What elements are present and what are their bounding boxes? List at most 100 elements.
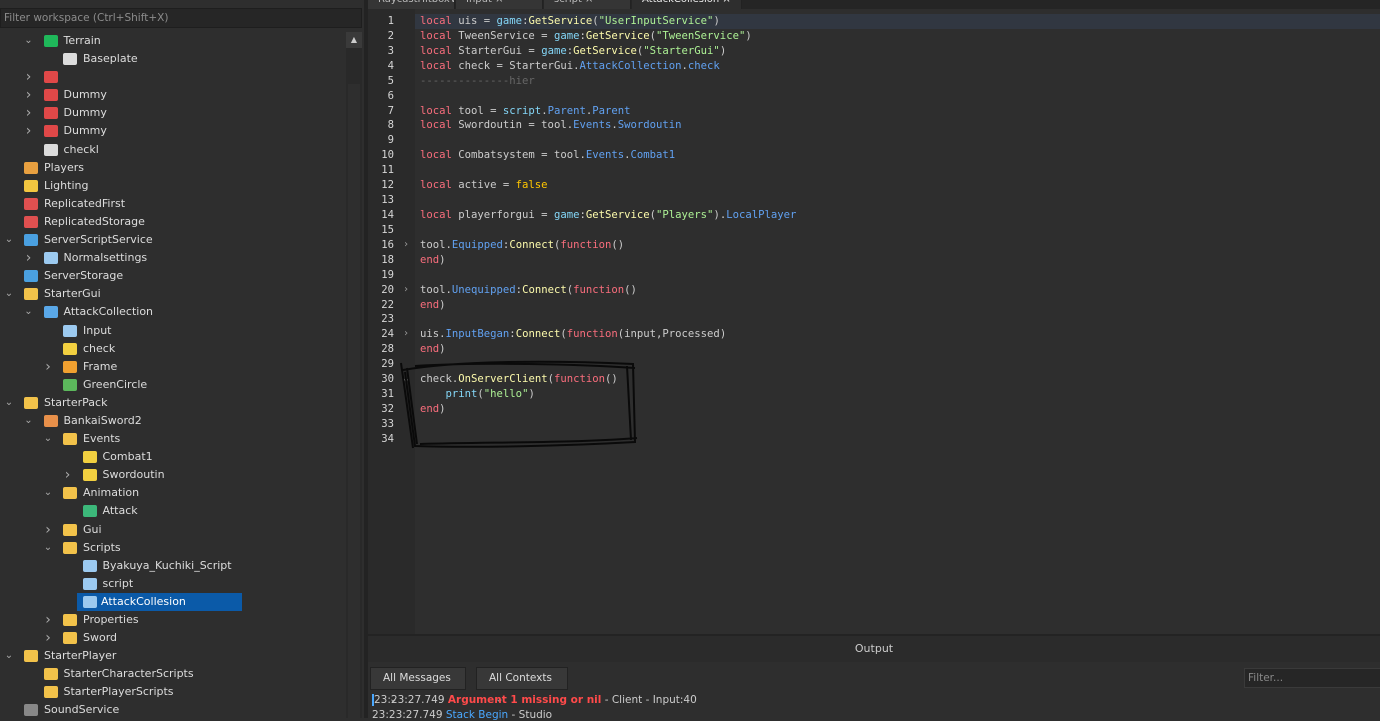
messages-filter-dropdown[interactable]: All Messages ⌄: [370, 667, 466, 690]
code-line[interactable]: 29: [415, 357, 1380, 372]
tree-item[interactable]: ›Properties: [0, 611, 346, 629]
code-line[interactable]: 16›tool.Equipped:Connect(function(): [415, 238, 1380, 253]
chevron-right-icon[interactable]: ›: [43, 629, 53, 647]
tree-item[interactable]: Lighting: [0, 177, 346, 195]
log-entry[interactable]: 23:23:27.749 Stack Begin - Studio: [372, 709, 552, 721]
code-line[interactable]: 28end): [415, 342, 1380, 357]
tree-item[interactable]: StarterCharacterScripts: [0, 665, 346, 683]
tree-item[interactable]: ⌄AttackCollection: [0, 303, 346, 321]
log-entry[interactable]: 23:23:27.749 Argument 1 missing or nil -…: [372, 694, 697, 706]
code-line[interactable]: 8local Swordoutin = tool.Events.Swordout…: [415, 118, 1380, 133]
tree-item[interactable]: Players: [0, 159, 346, 177]
code-line[interactable]: 13: [415, 193, 1380, 208]
code-line[interactable]: 1local uis = game:GetService("UserInputS…: [415, 14, 1380, 29]
tree-item[interactable]: ›Dummy: [0, 122, 346, 140]
chevron-right-icon[interactable]: ›: [43, 358, 53, 376]
chevron-down-icon[interactable]: ⌄: [24, 303, 34, 321]
explorer-scrollbar[interactable]: ▲: [346, 32, 362, 718]
tree-item[interactable]: ›Dummy: [0, 104, 346, 122]
chevron-right-icon[interactable]: ›: [24, 68, 34, 86]
chevron-down-icon[interactable]: ⌄: [43, 484, 53, 502]
fold-toggle-icon[interactable]: ›: [403, 327, 409, 342]
tree-item[interactable]: ⌄BankaiSword2: [0, 412, 346, 430]
tree-item[interactable]: Byakuya_Kuchiki_Script: [0, 557, 346, 575]
tree-item[interactable]: Combat1: [0, 448, 346, 466]
fold-toggle-icon[interactable]: ›: [403, 283, 409, 298]
code-line[interactable]: 2local TweenService = game:GetService("T…: [415, 29, 1380, 44]
contexts-filter-dropdown[interactable]: All Contexts ⌄: [476, 667, 568, 690]
chevron-down-icon[interactable]: ⌄: [43, 430, 53, 448]
chevron-down-icon[interactable]: ⌄: [4, 285, 14, 303]
output-filter-input[interactable]: Filter...: [1244, 668, 1380, 688]
editor-tab[interactable]: script ×: [544, 0, 631, 9]
chevron-right-icon[interactable]: ›: [43, 611, 53, 629]
tree-item[interactable]: ⌄StarterGui: [0, 285, 346, 303]
tree-item[interactable]: ⌄Terrain: [0, 32, 346, 50]
code-line[interactable]: 10local Combatsystem = tool.Events.Comba…: [415, 148, 1380, 163]
fold-toggle-icon[interactable]: ›: [403, 238, 409, 253]
code-line[interactable]: 12local active = false: [415, 178, 1380, 193]
chevron-right-icon[interactable]: ›: [24, 122, 34, 140]
chevron-down-icon[interactable]: ⌄: [4, 394, 14, 412]
code-line[interactable]: 9: [415, 133, 1380, 148]
fold-toggle-icon[interactable]: ⌄: [403, 372, 409, 387]
code-line[interactable]: 6: [415, 89, 1380, 104]
code-line[interactable]: 3local StarterGui = game:GetService("Sta…: [415, 44, 1380, 59]
editor-tab[interactable]: AttackCollesion ×: [632, 0, 742, 9]
tree-item[interactable]: ⌄Events: [0, 430, 346, 448]
code-line[interactable]: 31 print("hello"): [415, 387, 1380, 402]
tree-item[interactable]: ReplicatedStorage: [0, 213, 346, 231]
code-line[interactable]: 11: [415, 163, 1380, 178]
editor-tab[interactable]: Input ×: [456, 0, 543, 9]
tree-item[interactable]: Attack: [0, 502, 346, 520]
code-line[interactable]: 33: [415, 417, 1380, 432]
chevron-down-icon[interactable]: ⌄: [43, 539, 53, 557]
tree-item[interactable]: ›Gui: [0, 521, 346, 539]
tree-item[interactable]: ›Dummy: [0, 86, 346, 104]
chevron-down-icon[interactable]: ⌄: [24, 32, 34, 50]
editor-tab[interactable]: RaycastHitboxV4 ×: [368, 0, 455, 9]
code-line[interactable]: 18end): [415, 253, 1380, 268]
tree-item[interactable]: ⌄Animation: [0, 484, 346, 502]
tree-item[interactable]: StarterPlayerScripts: [0, 683, 346, 701]
code-line[interactable]: 23: [415, 312, 1380, 327]
tree-item[interactable]: ›Swordoutin: [0, 466, 346, 484]
tree-item[interactable]: ⌄ServerScriptService: [0, 231, 346, 249]
code-line[interactable]: 15: [415, 223, 1380, 238]
chevron-right-icon[interactable]: ›: [24, 104, 34, 122]
tree-item[interactable]: ›Normalsettings: [0, 249, 346, 267]
chevron-right-icon[interactable]: ›: [63, 466, 73, 484]
tree-item[interactable]: SoundService: [0, 701, 346, 719]
tree-item[interactable]: check: [0, 340, 346, 358]
code-line[interactable]: 5--------------hier: [415, 74, 1380, 89]
tree-item[interactable]: ReplicatedFirst: [0, 195, 346, 213]
code-line[interactable]: 30⌄check.OnServerClient(function(): [415, 372, 1380, 387]
script-editor[interactable]: 1local uis = game:GetService("UserInputS…: [368, 9, 1380, 634]
tree-item[interactable]: Baseplate: [0, 50, 346, 68]
scroll-up-icon[interactable]: ▲: [346, 32, 362, 48]
explorer-filter-input[interactable]: Filter workspace (Ctrl+Shift+X): [0, 8, 362, 28]
tree-item[interactable]: script: [0, 575, 346, 593]
code-line[interactable]: 4local check = StarterGui.AttackCollecti…: [415, 59, 1380, 74]
chevron-right-icon[interactable]: ›: [24, 86, 34, 104]
chevron-down-icon[interactable]: ⌄: [4, 231, 14, 249]
chevron-down-icon[interactable]: ⌄: [4, 647, 14, 665]
code-line[interactable]: 20›tool.Unequipped:Connect(function(): [415, 283, 1380, 298]
tree-item[interactable]: ⌄StarterPack: [0, 394, 346, 412]
code-line[interactable]: 19: [415, 268, 1380, 283]
tree-item[interactable]: ⌄StarterPlayer: [0, 647, 346, 665]
code-line[interactable]: 32end): [415, 402, 1380, 417]
chevron-down-icon[interactable]: ⌄: [24, 412, 34, 430]
tree-item[interactable]: ServerStorage: [0, 267, 346, 285]
code-line[interactable]: 14local playerforgui = game:GetService("…: [415, 208, 1380, 223]
code-line[interactable]: 34: [415, 432, 1380, 447]
tree-item[interactable]: ›Frame: [0, 358, 346, 376]
tree-item[interactable]: GreenCircle: [0, 376, 346, 394]
tree-item[interactable]: ⌄Scripts: [0, 539, 346, 557]
scrollbar-thumb[interactable]: [348, 84, 360, 718]
tree-item[interactable]: ›: [0, 68, 346, 86]
chevron-right-icon[interactable]: ›: [24, 249, 34, 267]
code-line[interactable]: 7local tool = script.Parent.Parent: [415, 104, 1380, 119]
tree-item[interactable]: checkl: [0, 141, 346, 159]
tree-item[interactable]: AttackCollesion: [0, 593, 346, 611]
